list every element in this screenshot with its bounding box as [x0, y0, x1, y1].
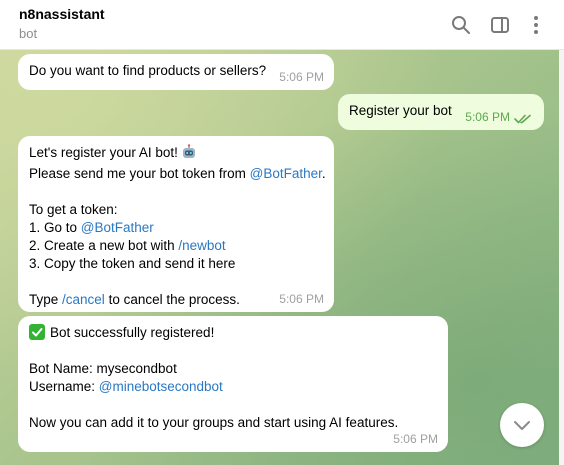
more-vertical-icon[interactable] [524, 13, 548, 37]
message-text: 1. Go to [29, 220, 81, 235]
scrollbar[interactable] [559, 50, 564, 465]
message-text: 2. Create a new bot with [29, 238, 179, 253]
search-icon[interactable] [449, 13, 473, 37]
sidebar-toggle-icon[interactable] [488, 13, 512, 37]
message-text: Let's register your AI bot! [29, 145, 178, 160]
message-text: to cancel the process. [104, 292, 240, 307]
message-text: Bot successfully registered! [50, 325, 215, 340]
message-text: Now you can add it to your groups and st… [29, 415, 399, 430]
message-incoming: Let's register your AI bot! Please send … [18, 136, 334, 312]
robot-face-icon [181, 144, 197, 165]
message-incoming: Bot successfully registered! Bot Name: m… [18, 316, 448, 452]
newbot-command-link[interactable]: /newbot [178, 238, 225, 253]
message-text: To get a token: [29, 202, 118, 217]
botfather-link[interactable]: @BotFather [250, 166, 322, 181]
username-link[interactable]: @minebotsecondbot [99, 379, 223, 394]
white-heavy-check-mark-icon [29, 324, 45, 340]
message-time: 5:06 PM [279, 70, 324, 84]
message-outgoing: Register your bot 5:06 PM [338, 94, 544, 130]
message-time: 5:06 PM [393, 432, 438, 446]
message-text: . [321, 166, 326, 181]
chat-title[interactable]: n8nassistant [19, 6, 105, 22]
message-list[interactable]: Do you want to find products or sellers?… [0, 50, 559, 465]
cancel-command-link[interactable]: /cancel [62, 292, 105, 307]
double-check-icon [514, 114, 531, 124]
chevron-down-icon [514, 421, 530, 430]
message-text: Type [29, 292, 63, 307]
message-incoming: Do you want to find products or sellers?… [18, 54, 334, 90]
scroll-down-button[interactable] [500, 403, 544, 447]
message-time: 5:06 PM [465, 110, 510, 124]
message-text: Bot Name: mysecondbot [29, 361, 177, 376]
message-time: 5:06 PM [279, 292, 324, 306]
message-text: Please send me your bot token from [29, 166, 250, 181]
chat-header: n8nassistant bot [0, 0, 564, 50]
message-text: 3. Copy the token and send it here [29, 256, 236, 271]
botfather-link[interactable]: @BotFather [81, 220, 154, 235]
chat-subtitle: bot [19, 26, 38, 41]
message-text: Username: [29, 379, 99, 394]
